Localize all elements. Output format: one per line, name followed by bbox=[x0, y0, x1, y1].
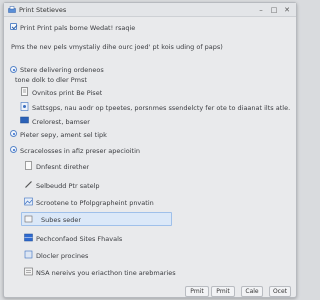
cancel-button[interactable]: Cale bbox=[241, 286, 263, 297]
pen-icon bbox=[25, 181, 32, 188]
radio-printer-copy[interactable] bbox=[10, 130, 17, 137]
minimize-button[interactable]: – bbox=[255, 5, 267, 15]
title-bar: Print Stetieves – □ ✕ bbox=[4, 3, 296, 17]
settings-document-icon bbox=[20, 102, 29, 111]
option-item[interactable]: Scrootene to Pfolpgrapheint pnvatin bbox=[36, 199, 154, 207]
option-item[interactable]: Sattsgps, nau aodr op tpeetes, porsnmes … bbox=[32, 104, 292, 112]
print-button[interactable]: Pmit bbox=[185, 286, 209, 297]
radio-printer-copy-label: Pieter sepy, ament sel tipk bbox=[20, 131, 107, 139]
close-button[interactable]: ✕ bbox=[281, 5, 293, 15]
grid-icon bbox=[24, 233, 33, 242]
description-text: Pms the nev pels vmystaliy dihe ourc joe… bbox=[11, 43, 223, 51]
exit-button[interactable]: Ocet bbox=[269, 286, 291, 297]
option-item[interactable]: Selbeudd Ptr satelp bbox=[36, 182, 100, 190]
radio-surfaces-label: Scracelosses in afiz preser apecioitin bbox=[20, 147, 141, 155]
page-icon bbox=[25, 161, 32, 170]
radio-surfaces[interactable] bbox=[10, 146, 17, 153]
print-checkbox[interactable] bbox=[10, 23, 17, 30]
window-title: Print Stetieves bbox=[19, 6, 67, 14]
image-icon bbox=[24, 197, 33, 206]
option-item[interactable]: Dlocler procines bbox=[36, 252, 88, 260]
cube-icon bbox=[24, 250, 33, 259]
option-item[interactable]: NSA nereivs you eriacthon tine arebmarie… bbox=[36, 269, 176, 277]
print-checkbox-label: Print Print pals bome Wedat! rsaqie bbox=[20, 24, 136, 32]
print-button-2[interactable]: Pmit bbox=[211, 286, 235, 297]
option-item[interactable]: Pechconfaod Sites Fhavals bbox=[36, 235, 122, 243]
printer-icon bbox=[8, 6, 16, 13]
print-settings-dialog: Print Stetieves – □ ✕ Print Print pals b… bbox=[3, 2, 297, 298]
option-item[interactable]: Ovnitos print Be Piset bbox=[32, 89, 102, 97]
list-icon bbox=[24, 267, 33, 276]
option-item-selected[interactable]: Subes seder bbox=[41, 216, 81, 224]
monitor-icon bbox=[20, 116, 29, 124]
option-item[interactable]: Dnfesnt direther bbox=[36, 163, 89, 171]
radio-store-delivering-label: Stere delivering ordeneos bbox=[20, 66, 104, 74]
folder-icon bbox=[24, 215, 33, 223]
option-item[interactable]: Crelorest, bamser bbox=[32, 118, 90, 126]
document-icon bbox=[21, 87, 28, 96]
radio-store-delivering[interactable] bbox=[10, 66, 17, 73]
maximize-button[interactable]: □ bbox=[268, 5, 280, 15]
sub-heading-text: tone dolk to dler Pmst bbox=[15, 76, 87, 84]
